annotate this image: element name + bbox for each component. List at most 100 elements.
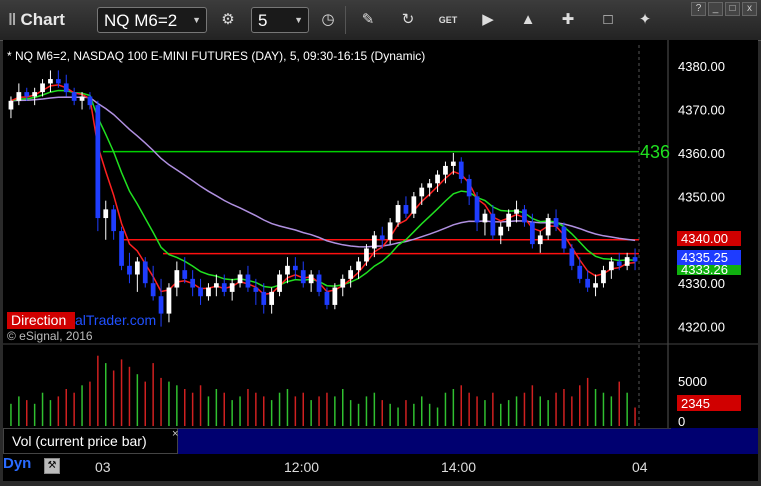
candle-body <box>498 226 504 236</box>
candle-body <box>71 92 77 101</box>
candle-body <box>395 205 401 223</box>
candle-body <box>545 218 551 236</box>
chevron-down-icon[interactable]: ▼ <box>294 15 303 25</box>
comment-icon[interactable]: □ <box>597 9 619 31</box>
refresh-icon[interactable]: ↻ <box>397 9 419 31</box>
candle-body <box>379 235 385 240</box>
volume-current: 2345 <box>681 396 710 411</box>
candle-body <box>111 209 117 232</box>
candle-body <box>474 196 480 223</box>
candle-body <box>490 213 496 236</box>
alert-icon[interactable]: ▲ <box>517 9 539 31</box>
candle-body <box>411 196 417 214</box>
candle-body <box>277 274 282 292</box>
candle-body <box>261 291 267 305</box>
clock-icon[interactable]: ◷ <box>317 9 339 31</box>
get-icon[interactable]: GET <box>437 9 459 31</box>
candle-body <box>514 209 519 214</box>
candle-body <box>435 174 440 184</box>
time-label: 04 <box>632 459 648 475</box>
last-price-label: 4335.25 <box>681 250 728 265</box>
candle-body <box>87 96 93 106</box>
chart-background <box>3 40 758 481</box>
price-tick-label: 4350.00 <box>678 189 725 204</box>
candle-body <box>332 287 338 305</box>
candle-body <box>237 274 243 284</box>
candle-body <box>522 209 527 223</box>
minimize-button[interactable]: _ <box>708 2 723 16</box>
symbol-input[interactable]: NQ M6=2 ▼ <box>97 7 207 33</box>
help-button[interactable]: ? <box>691 2 706 16</box>
candle-body <box>427 183 433 188</box>
dynamic-label[interactable]: Dyn <box>3 455 31 472</box>
play-icon[interactable]: ▶ <box>477 9 499 31</box>
candle-body <box>119 231 124 266</box>
interval-value: 5 <box>258 11 268 30</box>
symbol-value: NQ M6=2 <box>104 11 178 30</box>
candle-body <box>308 274 314 284</box>
candle-body <box>577 265 583 279</box>
price-tick-label: 4320.00 <box>678 320 725 335</box>
chart-header: * NQ M6=2, NASDAQ 100 E-MINI FUTURES (DA… <box>7 49 425 63</box>
candle-body <box>403 205 409 214</box>
volume-title-label: Vol (current price bar) <box>12 433 147 449</box>
candle-body <box>174 270 180 288</box>
price-chart-svg[interactable]: 4380.00 4370.00 4360.00 4350.00 4340.00 4330.… <box>3 40 758 481</box>
candle-body <box>300 270 306 284</box>
candle-body <box>206 287 211 297</box>
toolbar: ‖ Chart NQ M6=2 ▼ ⚙ 5 ▼ ◷ ✎ ↻ GET ▶ ▲ ✚ □ ✦… <box>0 0 761 41</box>
candle-body <box>55 79 61 84</box>
time-label: 12:00 <box>284 459 320 475</box>
time-label: 03 <box>95 459 111 475</box>
price-tick-label: 4360.00 <box>678 146 725 161</box>
window-title: ‖ Chart <box>8 10 65 30</box>
candle-body <box>443 165 448 175</box>
title-label: Chart <box>20 10 65 29</box>
chart-area[interactable]: 4380.00 4370.00 4360.00 4350.00 4340.00 4330.… <box>3 40 758 481</box>
candle-body <box>356 261 361 271</box>
green-level-label-box: 436 <box>640 142 670 162</box>
watermark-brand: Direction <box>11 312 66 328</box>
time-label: 14:00 <box>441 459 477 475</box>
candle-body <box>450 161 456 166</box>
red-price-label: 4340.00 <box>681 231 728 246</box>
candle-body <box>103 209 109 219</box>
volume-panel-title[interactable]: Vol (current price bar) × <box>3 428 178 454</box>
lock-icon[interactable]: ⚒ <box>44 458 60 474</box>
candle-body <box>24 92 30 97</box>
candle-body <box>482 213 488 223</box>
candle-body <box>142 261 148 284</box>
candle-body <box>213 283 219 288</box>
candle-body <box>158 296 164 314</box>
close-button[interactable]: x <box>742 2 757 16</box>
candle-body <box>340 278 346 288</box>
maximize-button[interactable]: □ <box>725 2 740 16</box>
candle-body <box>95 105 101 219</box>
candle-body <box>8 100 14 110</box>
candle-body <box>506 213 512 227</box>
candle-body <box>16 92 22 101</box>
volume-axis-5000: 5000 <box>678 374 707 389</box>
watermark-site: alTrader.com <box>75 312 156 328</box>
settings-icon[interactable]: ⚙ <box>217 9 239 31</box>
candle-body <box>166 287 172 314</box>
candle-body <box>529 222 535 245</box>
candle-body <box>466 178 472 197</box>
copyright-text: © eSignal, 2016 <box>7 329 93 343</box>
grip-icon[interactable]: ‖ <box>8 10 16 29</box>
chevron-down-icon[interactable]: ▼ <box>192 15 201 25</box>
candle-body <box>371 235 377 249</box>
candle-body <box>387 222 393 240</box>
green-level-label: 436 <box>640 142 670 162</box>
divider <box>345 6 346 34</box>
candle-body <box>537 235 543 245</box>
candle-body <box>150 283 156 297</box>
candle-body <box>316 274 322 292</box>
pencil-icon[interactable]: ✎ <box>357 9 379 31</box>
window-controls: ? _ □ x <box>689 2 757 16</box>
cursor-icon[interactable]: ✚ <box>557 9 579 31</box>
twitter-icon[interactable]: ✦ <box>634 9 656 31</box>
interval-input[interactable]: 5 ▼ <box>251 7 309 33</box>
candle-body <box>127 265 132 275</box>
price-tick-label: 4370.00 <box>678 102 725 117</box>
